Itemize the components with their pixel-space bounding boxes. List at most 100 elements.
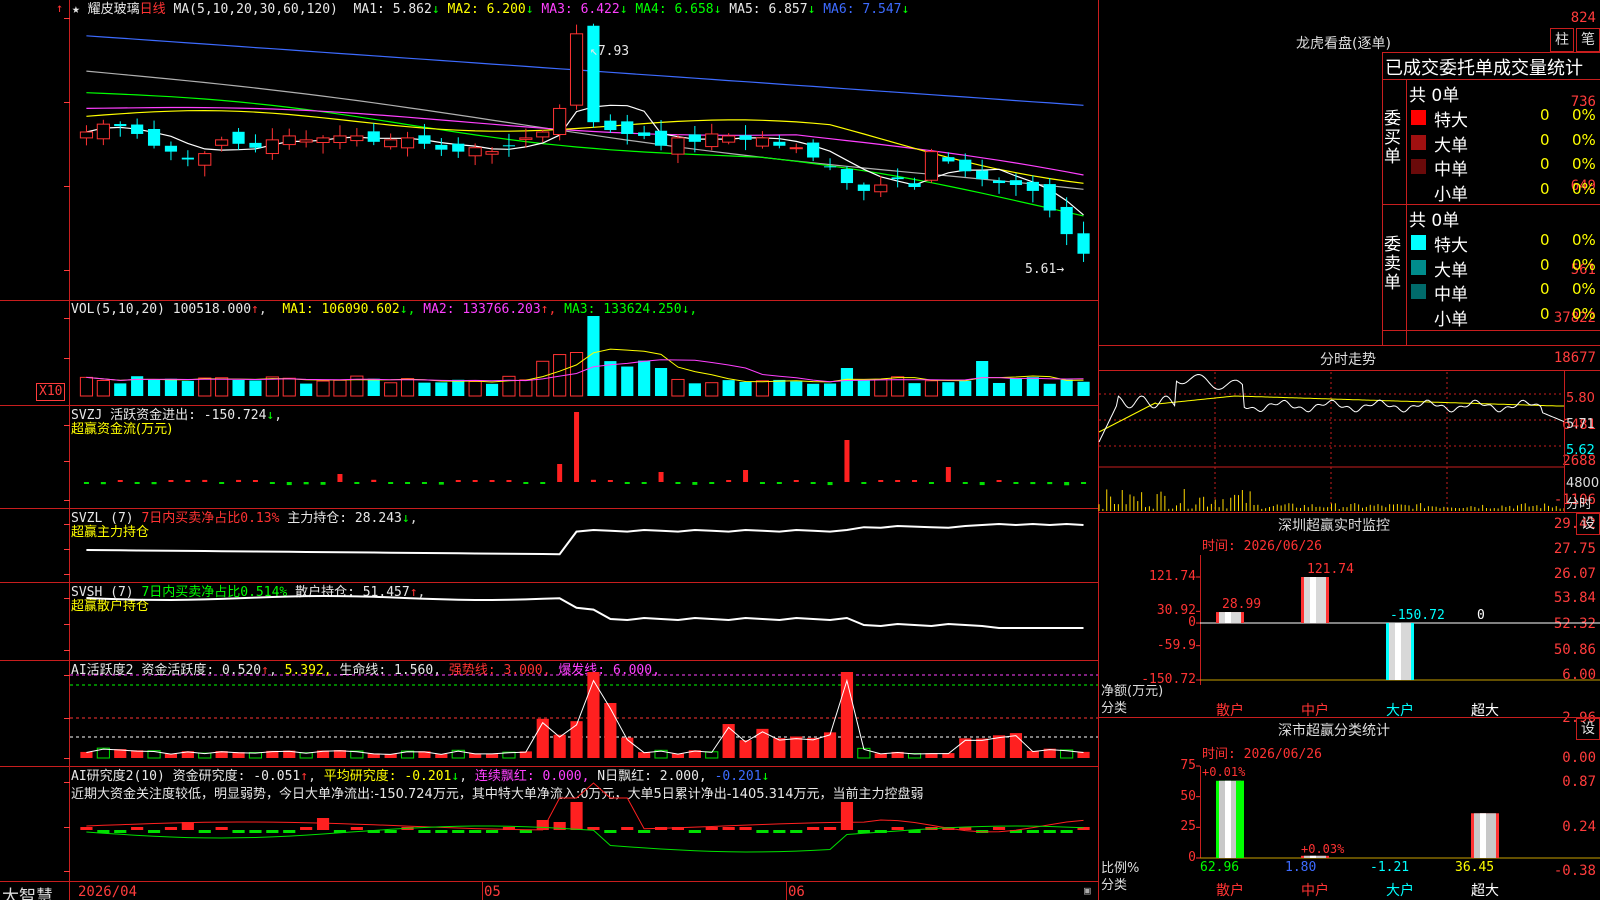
candle-body — [536, 131, 550, 138]
classify-bar-chart[interactable]: +0.01% +0.03% — [1196, 762, 1600, 872]
ai-research-bar — [519, 830, 532, 833]
candlestick-chart[interactable] — [70, 12, 1098, 292]
volume-bar — [671, 378, 685, 397]
svzj-bar — [810, 482, 816, 484]
svzj-bar — [962, 482, 968, 484]
volume-bar — [942, 382, 955, 396]
volume-bar — [215, 377, 229, 397]
intraday-tick-vol: 4800 — [1566, 476, 1600, 491]
ai-active-bar — [773, 738, 786, 758]
ma-line-1 — [86, 35, 1084, 106]
ai-active-chart[interactable] — [70, 660, 1098, 765]
buy-row-count: 0 — [1540, 106, 1550, 124]
volume-bar — [367, 378, 380, 396]
classify-title: 深市超赢分类统计 — [1278, 723, 1390, 739]
ai-active-bar — [80, 751, 93, 758]
monitor-bar-value: 121.74 — [1307, 562, 1354, 577]
classify-tick-label: 0 — [1188, 850, 1196, 865]
classify-bar-4 — [1471, 813, 1499, 858]
vol-ma-arrow-3: ↓, — [681, 302, 698, 317]
volume-bar — [181, 380, 194, 396]
svzj-bar — [912, 480, 918, 482]
svzj-bar — [726, 480, 732, 482]
svzj-bar — [168, 480, 174, 482]
buy-row-name: 小单 — [1434, 184, 1468, 205]
xaxis-tick-05 — [482, 881, 483, 900]
classify-bar-1 — [1216, 780, 1244, 858]
svzj-bar — [455, 480, 461, 482]
ai-research-bar — [452, 830, 465, 833]
svzj-bar — [252, 480, 258, 482]
monitor-bar-chart[interactable]: 28.99 121.74 -150.72 0 — [1196, 555, 1600, 685]
svzj-bar — [861, 482, 867, 484]
candle-body — [418, 135, 431, 144]
ai-research-chart[interactable] — [70, 768, 1098, 878]
ai-research-bar — [485, 830, 499, 833]
brand-label: 大智慧 — [2, 887, 53, 900]
ai-research-bar — [147, 830, 161, 833]
ai-research-bar — [350, 827, 363, 830]
ai-research-bar — [638, 830, 651, 833]
candle-body — [773, 141, 786, 146]
ai-active-bar — [807, 737, 820, 758]
intraday-tick-high: 5.80 — [1566, 391, 1595, 406]
candle-body — [569, 33, 584, 106]
volume-chart[interactable] — [70, 316, 1098, 398]
svzj-bar — [371, 479, 377, 482]
svzj-chart[interactable] — [70, 412, 1098, 502]
candle-body — [891, 177, 904, 180]
candle-body — [79, 131, 94, 139]
buy-legend-swatch — [1411, 159, 1426, 174]
classify-tick-label: 50 — [1180, 788, 1196, 804]
volume-bar — [452, 379, 465, 396]
volume-bar — [688, 383, 701, 396]
bar-mode-button[interactable]: 柱 — [1550, 28, 1574, 52]
svzj-bar — [489, 480, 495, 482]
svsh-chart[interactable] — [70, 584, 1098, 659]
candle-body — [874, 184, 888, 193]
candle-body — [553, 107, 567, 136]
volume-bar — [857, 380, 870, 396]
vol-svzj-divider — [0, 405, 1098, 406]
ai-research-bar — [1026, 830, 1039, 833]
candle-body — [1009, 180, 1023, 186]
ai-active-bar — [840, 672, 854, 758]
monitor-bar-1 — [1216, 612, 1244, 624]
candle-body — [131, 124, 144, 134]
classify-category-1: 散户 — [1216, 883, 1244, 899]
classify-settings-button[interactable]: 设 — [1576, 718, 1600, 740]
sell-legend-swatch — [1411, 235, 1426, 250]
sell-row-count: 0 — [1540, 304, 1550, 323]
lock-icon[interactable]: ▣ — [1084, 884, 1091, 897]
sell-row-name: 中单 — [1434, 285, 1468, 305]
monitor-settings-button[interactable]: 设 — [1576, 513, 1600, 535]
candle-body — [265, 139, 279, 155]
candle-body — [215, 139, 229, 146]
svzj-bar — [1081, 482, 1087, 484]
volume-bar — [265, 376, 279, 397]
svzj-bar — [1030, 482, 1036, 485]
volume-bar — [519, 379, 533, 397]
svzl-chart[interactable] — [70, 510, 1098, 580]
tick-mode-button[interactable]: 笔 — [1576, 28, 1600, 52]
volume-bar — [654, 368, 668, 396]
svzj-bar — [928, 482, 934, 484]
volume-bar — [316, 380, 330, 397]
candle-body — [249, 142, 262, 148]
buy-row-pct: 0% — [1572, 155, 1596, 173]
high-price-label: ↖7.93 — [590, 44, 630, 59]
intraday-title: 分时走势 — [1320, 352, 1376, 368]
volume-bar — [874, 379, 888, 397]
classify-bar-stripe — [1236, 780, 1244, 858]
vol-ma-value-1: 106090.602 — [321, 302, 400, 317]
monitor-bar-highlight — [1310, 577, 1316, 624]
intraday-chart[interactable] — [1098, 372, 1565, 512]
candle-body — [96, 123, 110, 140]
buy-legend-swatch — [1411, 110, 1426, 125]
volume-bar — [722, 380, 735, 396]
price-tick-label: 824 — [1570, 10, 1596, 26]
stats-top-border — [1382, 52, 1600, 53]
candle-body — [840, 169, 854, 184]
ai-active-bar — [604, 703, 617, 758]
candle-body — [621, 121, 634, 134]
